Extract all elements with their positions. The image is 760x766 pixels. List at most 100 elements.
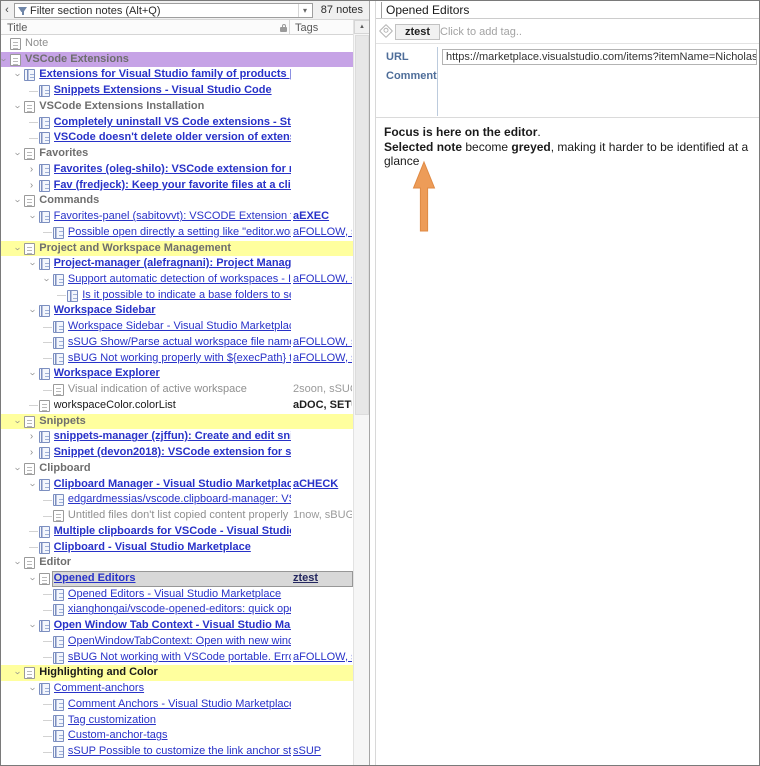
note-title-cell[interactable]: sBUG Not working properly with ${execPat… (68, 351, 291, 367)
back-chevron-button[interactable]: ‹ (2, 3, 12, 18)
tree-row[interactable]: Opened Editors - Visual Studio Marketpla… (1, 587, 353, 603)
column-header-title[interactable]: Title (7, 22, 27, 34)
column-header-tags[interactable]: Tags (295, 22, 318, 34)
expand-arrow-icon[interactable]: › (27, 429, 37, 445)
tree-row[interactable]: › Highlighting and Color (1, 665, 353, 682)
note-title[interactable]: Opened Editors (386, 3, 469, 17)
note-title-cell[interactable]: Custom-anchor-tags (68, 728, 291, 744)
collapse-arrow-icon[interactable]: › (24, 574, 40, 584)
tree-row[interactable]: › Commands (1, 193, 353, 209)
collapse-arrow-icon[interactable]: › (24, 684, 40, 694)
tree-row[interactable]: Multiple clipboards for VSCode - Visual … (1, 524, 353, 540)
collapse-arrow-icon[interactable]: › (24, 369, 40, 379)
note-title-cell[interactable]: xianghongai/vscode-opened-editors: quick… (68, 602, 291, 618)
tree-row[interactable]: Completely uninstall VS Code extensions … (1, 115, 353, 131)
url-field[interactable]: https://marketplace.visualstudio.com/ite… (442, 49, 757, 65)
tree-row[interactable]: workspaceColor.colorList aDOC, SETUC (1, 398, 353, 414)
collapse-arrow-icon[interactable]: › (9, 668, 25, 678)
note-tags-cell[interactable]: aFOLLOW, s... (293, 335, 352, 351)
tree-row[interactable]: › Favorites-panel (sabitovvt): VSCODE Ext… (1, 209, 353, 225)
panel-splitter[interactable] (369, 1, 376, 765)
note-title-cell[interactable]: Fav (fredjeck): Keep your favorite files… (54, 178, 291, 194)
tree-row[interactable]: Note (1, 36, 353, 52)
note-title-cell[interactable]: Snippets Extensions - Visual Studio Code (54, 83, 291, 99)
tree-row[interactable]: › Editor (1, 555, 353, 571)
tree-row[interactable]: › Clipboard Manager - Visual Studio Marke… (1, 477, 353, 493)
filter-input[interactable]: Filter section notes (Alt+Q) ▾ (14, 3, 313, 18)
note-tags-cell[interactable]: aCHECK (293, 477, 352, 493)
expand-arrow-icon[interactable]: › (27, 162, 37, 178)
note-title-cell[interactable]: Favorites (oleg-shilo): VSCode extension… (54, 162, 291, 178)
add-tag-input[interactable]: Click to add tag.. (440, 26, 522, 38)
collapse-arrow-icon[interactable]: › (24, 306, 40, 316)
tree-row[interactable]: sSUG Show/Parse actual workspace file na… (1, 335, 353, 351)
expand-arrow-icon[interactable]: › (27, 178, 37, 194)
collapse-arrow-icon[interactable]: › (9, 102, 25, 112)
note-title-cell[interactable]: snippets-manager (zjffun): Create and ed… (54, 429, 291, 445)
note-title-cell[interactable]: Favorites-panel (sabitovvt): VSCODE Exte… (54, 209, 291, 225)
note-title-cell[interactable]: Project-manager (alefragnani): Project M… (54, 256, 291, 272)
collapse-arrow-icon[interactable]: › (24, 259, 40, 269)
note-title-cell[interactable]: VSCode doesn't delete older version of e… (54, 130, 291, 146)
tree-row[interactable]: › Favorites (oleg-shilo): VSCode extensio… (1, 162, 353, 178)
tree-row[interactable]: Custom-anchor-tags (1, 728, 353, 744)
tree-row[interactable]: › Support automatic detection of workspac… (1, 272, 353, 288)
note-title-cell[interactable]: edgardmessias/vscode.clipboard-manager: … (68, 492, 291, 508)
note-tags-cell[interactable]: aFOLLOW, s... (293, 650, 352, 666)
tree-row[interactable]: sBUG Not working with VSCode portable. E… (1, 650, 353, 666)
tree-row[interactable]: › Clipboard (1, 461, 353, 477)
note-title-cell[interactable]: Extensions for Visual Studio family of p… (39, 67, 291, 83)
note-title-cell[interactable]: Tag customization (68, 713, 291, 729)
tree-scrollbar[interactable]: ▲ (353, 20, 370, 765)
tree-row[interactable]: Possible open directly a setting like "e… (1, 225, 353, 241)
tree-row[interactable]: › Snippet (devon2018): VSCode extension f… (1, 445, 353, 461)
note-title-cell[interactable]: OpenWindowTabContext: Open with new wind… (68, 634, 291, 650)
note-title-cell[interactable]: Completely uninstall VS Code extensions … (54, 115, 291, 131)
tree-row[interactable]: › Comment-anchors (1, 681, 353, 697)
tree-row[interactable]: › Project and Workspace Management (1, 240, 353, 257)
tree-row[interactable]: Snippets Extensions - Visual Studio Code (1, 83, 353, 99)
tree-row[interactable]: › Fav (fredjeck): Keep your favorite file… (1, 178, 353, 194)
note-title-cell[interactable]: sSUP Possible to customize the link anch… (68, 744, 291, 760)
tree-row[interactable]: › VSCode Extensions Installation (1, 99, 353, 115)
note-tags-cell[interactable]: sSUP (293, 744, 352, 760)
note-title-cell[interactable]: Snippet (devon2018): VSCode extension fo… (54, 445, 291, 461)
tree-row[interactable]: Workspace Sidebar - Visual Studio Market… (1, 319, 353, 335)
collapse-arrow-icon[interactable]: › (9, 558, 25, 568)
note-title-cell[interactable]: Workspace Sidebar - Visual Studio Market… (68, 319, 291, 335)
expand-arrow-icon[interactable]: › (27, 445, 37, 461)
tree-row[interactable]: › Open Window Tab Context - Visual Studio… (1, 618, 353, 634)
note-tags-cell[interactable]: aFOLLOW, s... (293, 272, 352, 288)
note-title-cell[interactable]: sBUG Not working with VSCode portable. E… (68, 650, 291, 666)
tree-row[interactable]: sSUP Possible to customize the link anch… (1, 744, 353, 760)
column-divider[interactable] (289, 20, 290, 35)
note-title-cell[interactable]: Open Window Tab Context - Visual Studio … (54, 618, 291, 634)
tree-row[interactable]: › Favorites (1, 146, 353, 162)
note-title-cell[interactable]: Opened Editors (54, 571, 291, 587)
tree-row[interactable]: › Project-manager (alefragnani): Project … (1, 256, 353, 272)
tree-row[interactable]: VSCode doesn't delete older version of e… (1, 130, 353, 146)
collapse-arrow-icon[interactable]: › (9, 243, 25, 253)
note-title-cell[interactable]: Clipboard - Visual Studio Marketplace (54, 540, 291, 556)
collapse-arrow-icon[interactable]: › (24, 621, 40, 631)
collapse-arrow-icon[interactable]: › (24, 212, 40, 222)
collapse-arrow-icon[interactable]: › (38, 275, 54, 285)
tree-row[interactable]: Visual indication of active workspace 2so… (1, 382, 353, 398)
scrollbar-thumb[interactable] (355, 35, 369, 415)
note-title-cell[interactable]: Comment Anchors - Visual Studio Marketpl… (68, 697, 291, 713)
note-title-cell[interactable]: Support automatic detection of workspace… (68, 272, 291, 288)
tree-row[interactable]: Is it possible to indicate a base folder… (1, 288, 353, 304)
tree-row[interactable]: xianghongai/vscode-opened-editors: quick… (1, 602, 353, 618)
note-title-cell[interactable]: Is it possible to indicate a base folder… (82, 288, 291, 304)
note-title-cell[interactable]: Clipboard Manager - Visual Studio Market… (54, 477, 291, 493)
collapse-arrow-icon[interactable]: › (9, 70, 25, 80)
collapse-arrow-icon[interactable]: › (9, 149, 25, 159)
note-title-cell[interactable]: Opened Editors - Visual Studio Marketpla… (68, 587, 291, 603)
tree-row[interactable]: sBUG Not working properly with ${execPat… (1, 351, 353, 367)
note-title-cell[interactable]: Workspace Explorer (54, 366, 291, 382)
tree-row[interactable]: › Snippets (1, 413, 353, 430)
note-tags-cell[interactable]: aFOLLOW, s... (293, 225, 352, 241)
tree-row[interactable]: › Extensions for Visual Studio family of … (1, 67, 353, 83)
note-title-cell[interactable]: Possible open directly a setting like "e… (68, 225, 291, 241)
tree-row[interactable]: ›VSCode Extensions (1, 51, 353, 68)
